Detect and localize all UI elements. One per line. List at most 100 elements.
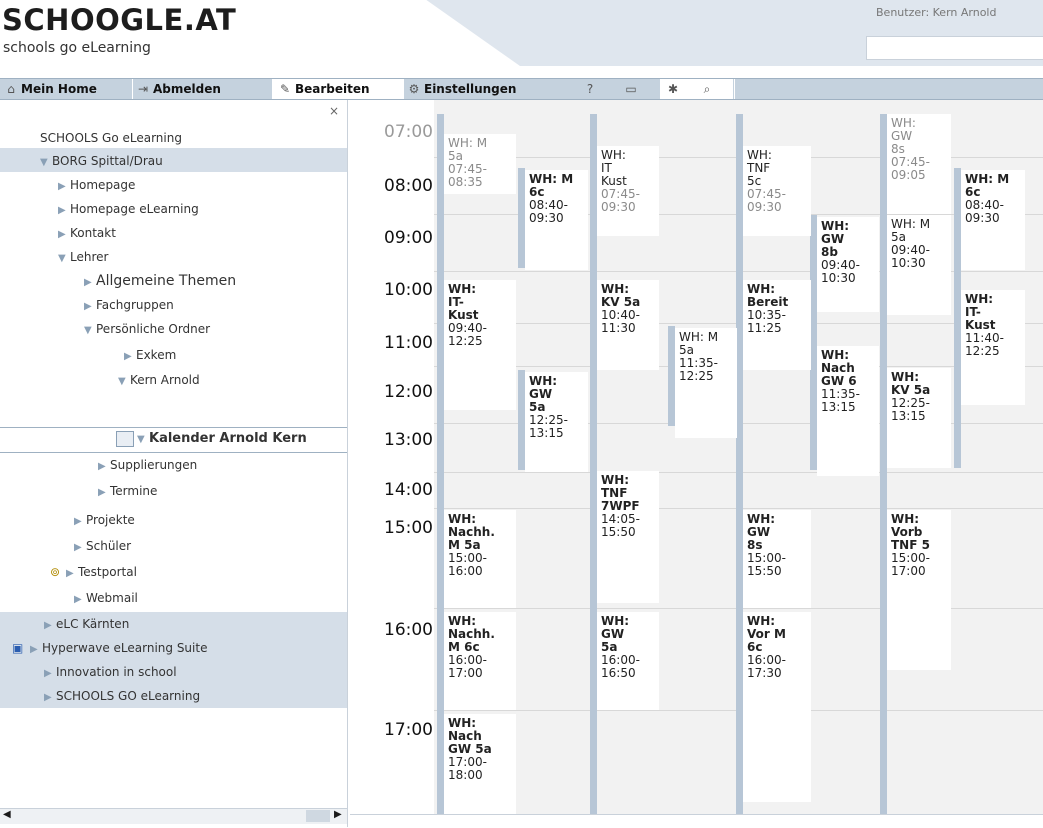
calendar-event[interactable]: WH: Vorb TNF 5 15:00- 17:00 [887,510,951,670]
calendar-event[interactable]: WH: Nachh. M 5a 15:00- 16:00 [444,510,516,608]
calendar-event[interactable]: WH: M 5a 11:35- 12:25 [675,328,737,438]
header-search-field[interactable] [866,36,1043,60]
calendar-event[interactable]: WH: TNF 5c 07:45- 09:30 [743,146,811,236]
calendar-event[interactable]: WH: Vor M 6c 16:00- 17:30 [743,612,811,802]
chevron-down-icon: ▼ [118,376,126,387]
sidebar-item-innovation-in-school[interactable]: ▶ Innovation in school [44,660,177,684]
calendar-event[interactable]: WH: Nach GW 6 11:35- 13:15 [817,346,879,476]
hour-label: 14:00 [384,480,433,500]
close-icon[interactable]: × [329,104,339,118]
logout-button[interactable]: ⇥ Abmelden [136,81,221,97]
chevron-right-icon: ▶ [30,644,38,655]
sidebar-item-schueler[interactable]: ▶ Schüler [74,534,131,558]
scroll-thumb[interactable] [306,810,330,822]
sidebar-item-allgemeine-themen[interactable]: ▶ Allgemeine Themen [84,269,236,293]
hour-label: 07:00 [384,122,433,142]
day-column-bar [518,370,525,470]
chevron-right-icon: ▶ [84,301,92,312]
scroll-right-icon[interactable]: ▶ [334,809,342,820]
help-button[interactable]: ? [583,81,600,97]
sidebar-item-webmail[interactable]: ▶ Webmail [74,586,138,610]
day-column-bar [590,114,597,814]
calendar-event[interactable]: WH: M 5a 09:40- 10:30 [887,215,951,315]
sidebar-item-persoenliche-ordner[interactable]: ▼ Persönliche Ordner [84,317,210,341]
search-button[interactable]: ⌕ [700,81,717,97]
chevron-right-icon: ▶ [44,620,52,631]
tools-button[interactable]: ✱ [666,81,683,97]
chevron-right-icon: ▶ [98,487,106,498]
chevron-right-icon: ▶ [58,181,66,192]
edit-icon: ✎ [279,82,291,96]
chevron-right-icon: ▶ [74,516,82,527]
calendar-event[interactable]: WH: IT Kust 07:45- 09:30 [597,146,659,236]
day-column-bar [954,168,961,468]
calendar-event[interactable]: WH: M 6c 08:40- 09:30 [961,170,1025,270]
calendar-event[interactable]: WH: KV 5a 10:40- 11:30 [597,280,659,370]
sidebar: × SCHOOLS Go eLearning ▼ BORG Spittal/Dra… [0,100,348,827]
day-column-bar [736,114,743,814]
home-icon: ⌂ [7,82,15,96]
hour-label: 17:00 [384,720,433,740]
calendar-event[interactable]: WH: M 6c 08:40- 09:30 [525,170,588,270]
edit-label: Bearbeiten [295,82,370,96]
sidebar-item-supplierungen[interactable]: ▶ Supplierungen [98,453,197,477]
sidebar-item-kontakt[interactable]: ▶ Kontakt [58,221,116,245]
toolbar-separator [734,79,735,99]
user-label: Benutzer: Kern Arnold [876,6,997,19]
sidebar-item-exkem[interactable]: ▶ Exkem [124,343,176,367]
hour-label: 10:00 [384,280,433,300]
window-button[interactable]: ▭ [624,81,641,97]
logo-subtitle: schools go eLearning [3,40,151,56]
chevron-down-icon: ▼ [40,157,48,168]
calendar-event[interactable]: WH: GW 8b 09:40- 10:30 [817,217,879,312]
chevron-right-icon: ▶ [74,594,82,605]
toolbar-separator [403,79,404,99]
calendar-event[interactable]: WH: GW 5a 16:00- 16:50 [597,612,659,710]
logout-icon: ⇥ [137,82,149,96]
hour-line [350,508,1043,509]
sidebar-item-projekte[interactable]: ▶ Projekte [74,508,135,532]
sidebar-item-schools-go-elearning[interactable]: SCHOOLS Go eLearning [40,126,182,150]
logo[interactable]: SCHOOGLE.AT [2,3,236,37]
calendar-event[interactable]: WH: GW 8s 07:45- 09:05 [887,114,951,214]
calendar-icon [116,430,134,447]
sidebar-item-schools-go-elearning-2[interactable]: ▶ SCHOOLS GO eLearning [44,684,200,708]
sidebar-item-termine[interactable]: ▶ Termine [98,479,157,503]
calendar-event[interactable]: WH: GW 8s 15:00- 15:50 [743,510,811,608]
sidebar-item-testportal[interactable]: ⊚ ▶ Testportal [50,560,137,584]
calendar-event[interactable]: WH: M 5a 07:45- 08:35 [444,134,516,194]
scroll-left-icon[interactable]: ◀ [3,809,11,820]
day-column-bar [518,168,525,268]
hour-line [350,472,1043,473]
chevron-right-icon: ▶ [58,229,66,240]
horizontal-scrollbar[interactable]: ◀ ▶ [0,808,347,824]
home-button[interactable]: ⌂ Mein Home [4,81,97,97]
calendar-event[interactable]: WH: Bereit 10:35- 11:25 [743,280,811,370]
sidebar-item-kalender[interactable]: ▼ Kalender Arnold Kern [116,427,307,451]
sidebar-item-lehrer[interactable]: ▼ Lehrer [58,245,108,269]
home-label: Mein Home [21,82,97,96]
calendar-event[interactable]: WH: KV 5a 12:25- 13:15 [887,368,951,468]
calendar-event[interactable]: WH: IT- Kust 09:40- 12:25 [444,280,516,410]
calendar-event[interactable]: WH: IT- Kust 11:40- 12:25 [961,290,1025,405]
sidebar-item-kern-arnold[interactable]: ▼ Kern Arnold [118,368,200,392]
day-column-bar [810,215,817,470]
sidebar-item-fachgruppen[interactable]: ▶ Fachgruppen [84,293,174,317]
window-icon: ▭ [625,82,637,96]
suite-icon: ▣ [12,641,24,655]
sidebar-item-borg[interactable]: ▼ BORG Spittal/Drau [40,149,163,173]
calendar-footer [350,814,1043,828]
sidebar-item-homepage[interactable]: ▶ Homepage [58,173,135,197]
help-icon: ? [586,82,594,96]
calendar-event[interactable]: WH: GW 5a 12:25- 13:15 [525,372,588,472]
sidebar-item-hyperwave[interactable]: ▣ ▶ Hyperwave eLearning Suite [12,636,207,660]
chevron-right-icon: ▶ [44,668,52,679]
calendar-event[interactable]: WH: Nachh. M 6c 16:00- 17:00 [444,612,516,710]
edit-button[interactable]: ✎ Bearbeiten [278,81,370,97]
sidebar-item-homepage-elearning[interactable]: ▶ Homepage eLearning [58,197,199,221]
settings-button[interactable]: ⚙ Einstellungen [407,81,517,97]
tools-icon: ✱ [667,82,679,96]
calendar-event[interactable]: WH: TNF 7WPF 14:05- 15:50 [597,471,659,603]
calendar-event[interactable]: WH: Nach GW 5a 17:00- 18:00 [444,714,516,814]
sidebar-item-elc-kaernten[interactable]: ▶ eLC Kärnten [44,612,129,636]
